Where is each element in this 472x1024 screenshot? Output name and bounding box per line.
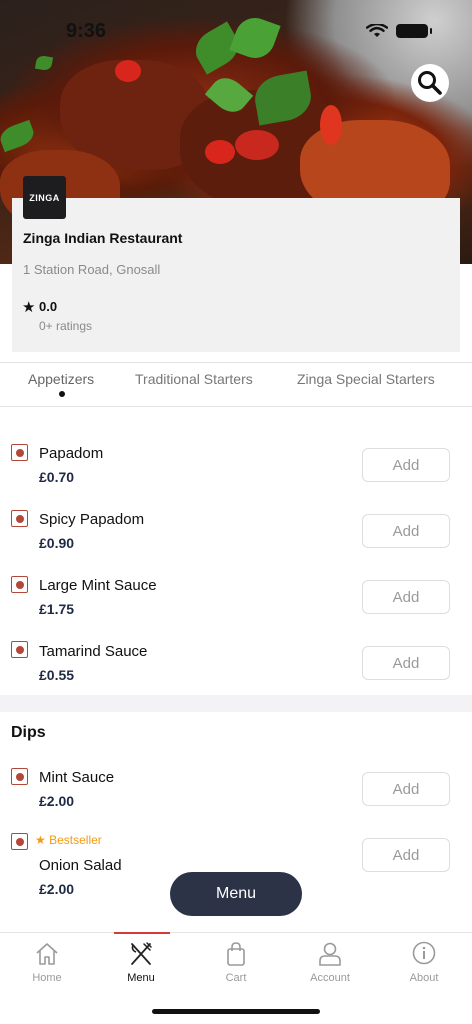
item-price: £0.90 [39, 535, 75, 551]
food-type-icon [11, 833, 28, 850]
nav-account[interactable]: Account [283, 933, 377, 993]
add-button[interactable]: Add [362, 514, 450, 548]
wifi-icon [366, 24, 388, 37]
add-button[interactable]: Add [362, 646, 450, 680]
item-price: £0.55 [39, 667, 75, 683]
food-type-icon [11, 576, 28, 593]
tab-traditional-starters[interactable]: Traditional Starters [135, 371, 253, 387]
tab-appetizers[interactable]: Appetizers [28, 371, 94, 387]
bestseller-badge: ★ Bestseller [35, 833, 102, 847]
food-type-icon [11, 641, 28, 658]
star-icon: ★ [22, 299, 36, 316]
food-type-icon [11, 768, 28, 785]
nav-home[interactable]: Home [0, 933, 94, 993]
divider [0, 362, 472, 363]
nav-menu-label: Menu [127, 972, 155, 984]
status-time: 9:36 [66, 20, 107, 42]
nav-account-label: Account [310, 972, 350, 984]
item-name: Mint Sauce [39, 769, 115, 786]
shopping-bag-icon [227, 942, 245, 966]
item-price: £1.75 [39, 601, 75, 617]
divider [0, 406, 472, 407]
item-name: Large Mint Sauce [39, 577, 157, 594]
search-icon [418, 71, 442, 95]
active-tab-indicator [59, 391, 65, 397]
floating-menu-button[interactable]: Menu [170, 872, 302, 916]
rating-value: 0.0 [39, 299, 58, 314]
restaurant-address: 1 Station Road, Gnosall [23, 262, 161, 277]
add-button[interactable]: Add [362, 772, 450, 806]
star-icon: ★ [35, 833, 46, 847]
info-icon [412, 941, 436, 965]
add-button[interactable]: Add [362, 580, 450, 614]
user-icon [319, 942, 341, 966]
nav-about[interactable]: About [377, 933, 471, 993]
fork-knife-icon [131, 942, 152, 965]
ratings-count: 0+ ratings [39, 319, 93, 333]
nav-home-label: Home [32, 972, 62, 984]
food-type-icon [11, 444, 28, 461]
nav-cart[interactable]: Cart [189, 933, 283, 993]
add-button[interactable]: Add [362, 838, 450, 872]
add-button[interactable]: Add [362, 448, 450, 482]
item-name: Tamarind Sauce [39, 643, 148, 660]
restaurant-name: Zinga Indian Restaurant [23, 230, 183, 246]
search-button[interactable] [411, 64, 449, 102]
restaurant-logo: ZINGA [23, 176, 66, 219]
item-name: Spicy Papadom [39, 511, 145, 528]
nav-menu[interactable]: Menu [94, 933, 188, 993]
item-price: £0.70 [39, 469, 75, 485]
item-price: £2.00 [39, 881, 75, 897]
battery-icon [396, 24, 432, 38]
section-title-dips: Dips [11, 724, 46, 741]
nav-about-label: About [409, 972, 439, 984]
food-type-icon [11, 510, 28, 527]
section-separator [0, 695, 472, 712]
item-name: Papadom [39, 445, 104, 462]
tab-zinga-special-starters[interactable]: Zinga Special Starters [297, 371, 435, 387]
home-indicator [152, 1009, 320, 1014]
item-name: Onion Salad [39, 857, 122, 874]
nav-cart-label: Cart [225, 972, 247, 984]
home-icon [36, 943, 58, 965]
item-price: £2.00 [39, 793, 75, 809]
